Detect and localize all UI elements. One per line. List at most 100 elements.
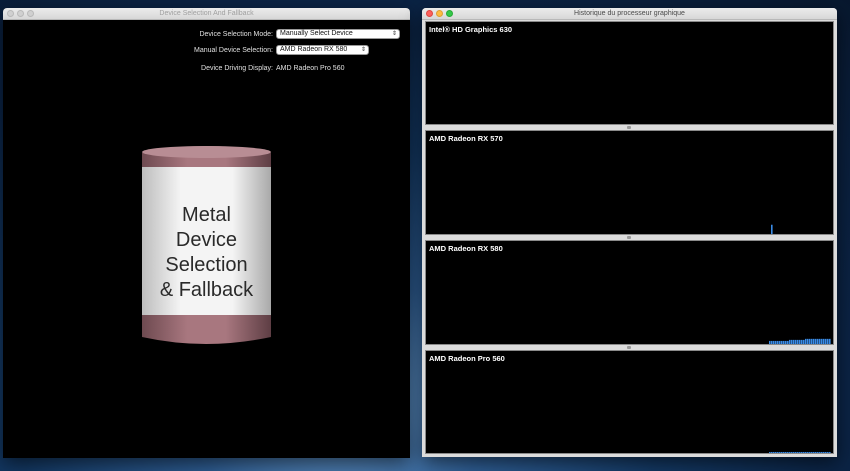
can-line: Metal	[182, 204, 231, 226]
gpu-history-graph	[771, 224, 773, 234]
device-selection-mode-select[interactable]: Manually Select Device ⇕	[276, 29, 400, 39]
gpu-history-bar	[827, 451, 829, 453]
can-line: Selection	[165, 254, 248, 276]
gpu-history-bar	[783, 451, 785, 453]
gpu-history-bar	[825, 338, 827, 344]
gpu-history-bar	[779, 340, 781, 344]
manual-device-selection-label: Manual Device Selection:	[194, 47, 273, 54]
close-button[interactable]	[426, 10, 433, 17]
gpu-history-bar	[809, 451, 811, 453]
gpu-panel: Intel® HD Graphics 630	[425, 21, 834, 125]
gpu-history-bar	[795, 451, 797, 453]
gpu-history-bar	[787, 451, 789, 453]
gpu-history-bar	[795, 339, 797, 344]
split-divider-handle[interactable]	[627, 126, 631, 129]
updown-chevron-icon: ⇕	[391, 31, 397, 37]
gpu-history-bar	[821, 451, 823, 453]
gpu-history-bar	[797, 451, 799, 453]
cylinder-label: Metal Device Selection & Fallback	[139, 203, 274, 303]
gpu-history-bar	[769, 340, 771, 344]
gpu-history-bar	[827, 338, 829, 344]
can-line: & Fallback	[159, 279, 254, 301]
gpu-history-bar	[769, 451, 771, 453]
gpu-history-bar	[773, 340, 775, 344]
manual-device-value: AMD Radeon RX 580	[280, 46, 348, 53]
gpu-history-bar	[801, 451, 803, 453]
gpu-history-bar	[819, 451, 821, 453]
metal-cylinder-render: Metal Device Selection & Fallback	[139, 143, 274, 347]
split-divider-handle[interactable]	[627, 236, 631, 239]
gpu-history-bar	[817, 451, 819, 453]
gpu-history-bar	[779, 451, 781, 453]
gpu-history-bar	[777, 340, 779, 344]
gpu-history-bar	[815, 338, 817, 344]
gpu-history-bar	[803, 451, 805, 453]
device-selection-window: Device Selection And Fallback Device Sel…	[3, 8, 410, 458]
device-driving-display-value: AMD Radeon Pro 560	[276, 65, 345, 72]
gpu-history-bar	[801, 339, 803, 344]
gpu-panel: AMD Radeon RX 570	[425, 130, 834, 235]
gpu-history-window: Historique du processeur graphique Intel…	[422, 8, 837, 457]
gpu-history-bar	[811, 451, 813, 453]
gpu-history-bar	[791, 339, 793, 344]
minimize-button[interactable]	[436, 10, 443, 17]
gpu-history-bar	[829, 451, 831, 453]
gpu-history-bar	[775, 451, 777, 453]
device-driving-display-label: Device Driving Display:	[201, 65, 273, 72]
split-divider-handle[interactable]	[627, 346, 631, 349]
gpu-history-bar	[799, 451, 801, 453]
gpu-history-bar	[791, 451, 793, 453]
gpu-history-bar	[799, 339, 801, 344]
device-selection-mode-label: Device Selection Mode:	[199, 31, 273, 38]
right-window-titlebar[interactable]: Historique du processeur graphique	[422, 8, 837, 20]
gpu-history-bar	[807, 338, 809, 344]
gpu-history-bar	[805, 338, 807, 344]
gpu-history-bar	[793, 451, 795, 453]
gpu-history-bar	[811, 338, 813, 344]
gpu-history-bar	[789, 451, 791, 453]
gpu-history-bar	[781, 340, 783, 344]
gpu-history-bar	[825, 451, 827, 453]
gpu-history-bar	[773, 451, 775, 453]
zoom-button[interactable]	[27, 10, 34, 17]
gpu-history-bar	[803, 339, 805, 344]
device-selection-mode-value: Manually Select Device	[280, 30, 353, 37]
gpu-history-bar	[771, 340, 773, 344]
gpu-history-bar	[793, 339, 795, 344]
gpu-history-bar	[785, 451, 787, 453]
gpu-panel: AMD Radeon RX 580	[425, 240, 834, 345]
gpu-history-bar	[813, 338, 815, 344]
gpu-history-bar	[775, 340, 777, 344]
gpu-history-graph	[769, 451, 831, 453]
gpu-history-bar	[813, 451, 815, 453]
can-line: Device	[175, 229, 238, 251]
updown-chevron-icon: ⇕	[360, 47, 366, 53]
gpu-history-bar	[815, 451, 817, 453]
gpu-history-bar	[829, 338, 831, 344]
gpu-history-graph	[426, 22, 833, 124]
left-window-titlebar[interactable]: Device Selection And Fallback	[3, 8, 410, 20]
gpu-history-graph	[769, 338, 831, 344]
gpu-history-bar	[771, 224, 773, 234]
gpu-history-bar	[797, 339, 799, 344]
gpu-history-bar	[787, 340, 789, 344]
gpu-history-bar	[771, 451, 773, 453]
close-button[interactable]	[7, 10, 14, 17]
minimize-button[interactable]	[17, 10, 24, 17]
gpu-history-bar	[819, 338, 821, 344]
right-window-title: Historique du processeur graphique	[574, 10, 685, 17]
gpu-history-bar	[789, 339, 791, 344]
gpu-history-bar	[805, 451, 807, 453]
gpu-history-bar	[809, 338, 811, 344]
gpu-history-bar	[783, 340, 785, 344]
gpu-history-bar	[821, 338, 823, 344]
gpu-history-bar	[777, 451, 779, 453]
gpu-panel: AMD Radeon Pro 560	[425, 350, 834, 454]
gpu-history-bar	[817, 338, 819, 344]
gpu-history-bar	[823, 338, 825, 344]
gpu-history-bar	[785, 340, 787, 344]
gpu-history-bar	[807, 451, 809, 453]
zoom-button[interactable]	[446, 10, 453, 17]
manual-device-select[interactable]: AMD Radeon RX 580 ⇕	[276, 45, 369, 55]
gpu-history-bar	[781, 451, 783, 453]
